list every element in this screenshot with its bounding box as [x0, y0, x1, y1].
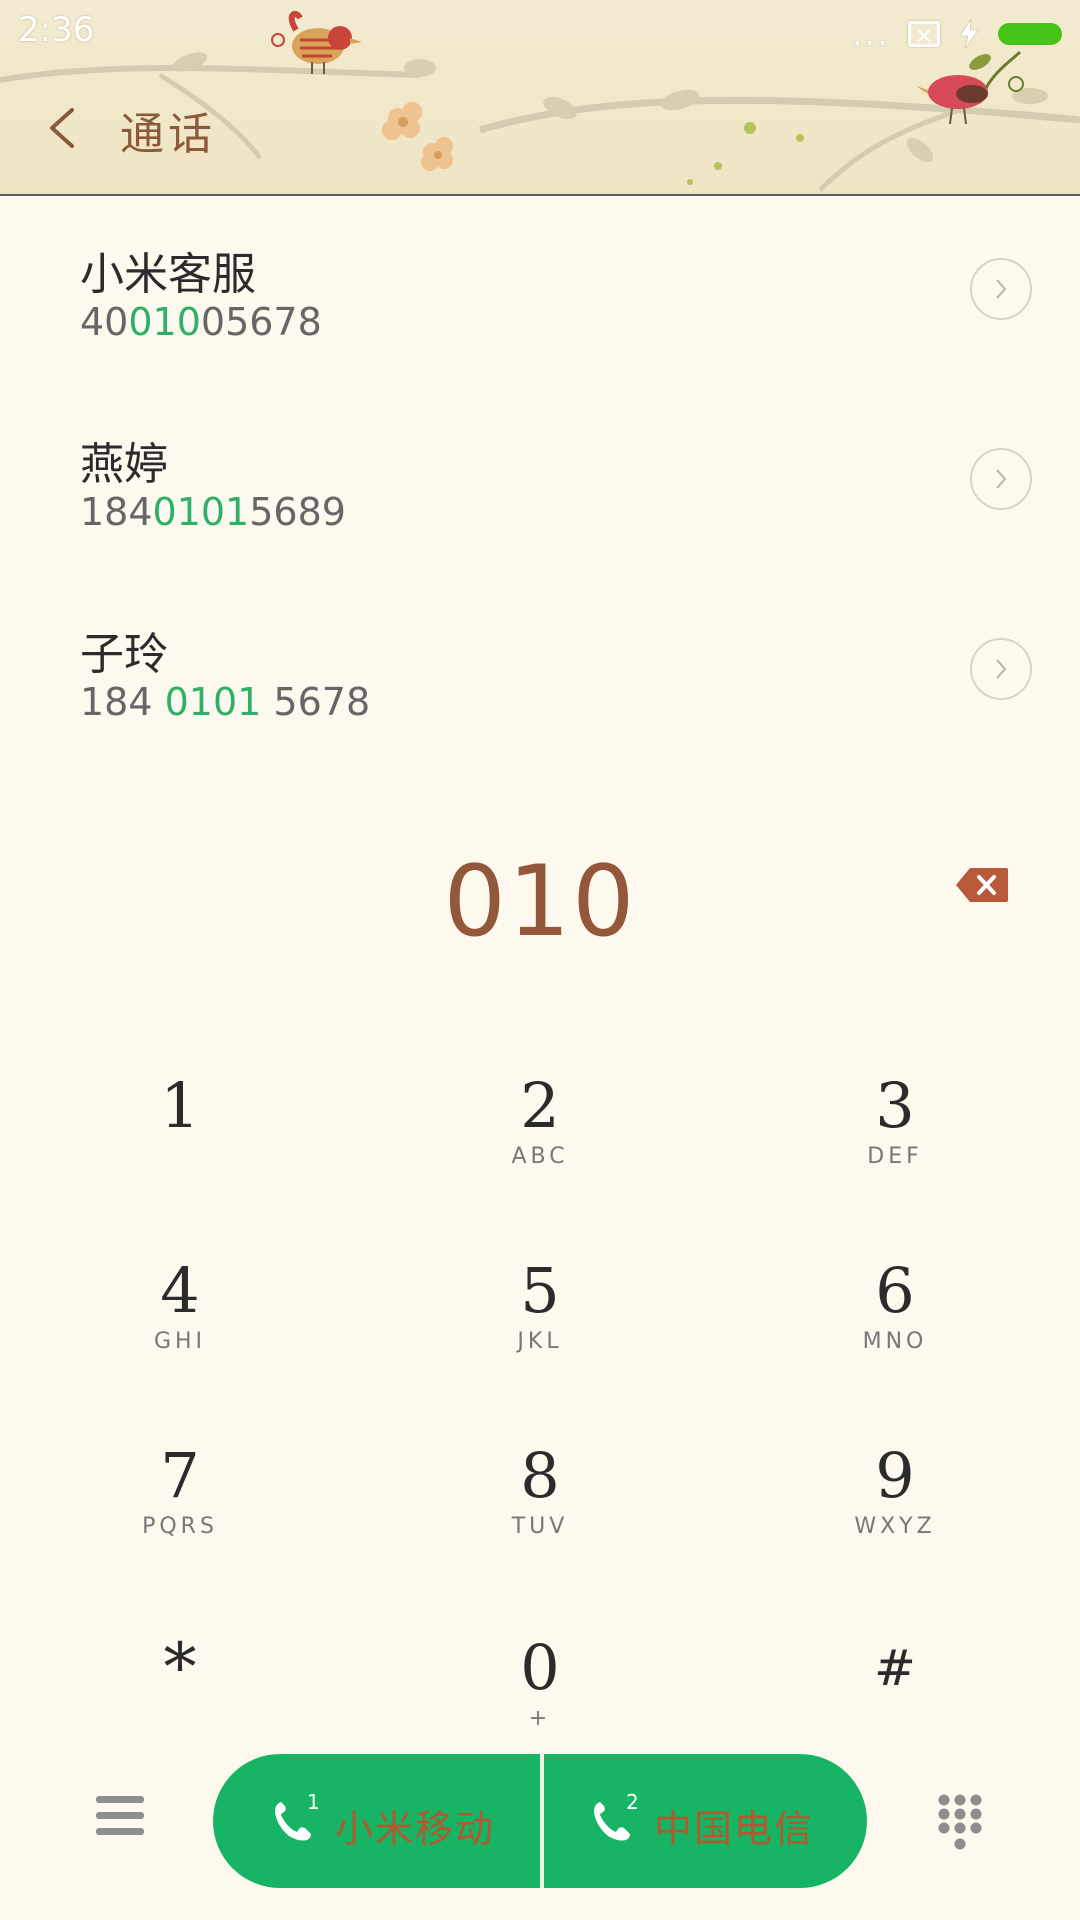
- contact-name: 燕婷: [80, 439, 168, 490]
- dialed-number-display: 010: [443, 845, 637, 959]
- number-part: 5689: [249, 490, 346, 534]
- header-banner: 2:36 ... ✕ 通话: [0, 0, 1080, 196]
- key-letters: DEF: [867, 1144, 923, 1169]
- call-sim1-button[interactable]: 1 小米移动: [213, 1754, 540, 1888]
- sim-number: 2: [626, 1790, 639, 1814]
- key-digit: *: [163, 1629, 197, 1706]
- chevron-right-icon: [996, 279, 1007, 299]
- key-2[interactable]: 2 ABC: [410, 1070, 670, 1220]
- contact-number: 4001005678: [80, 300, 322, 344]
- status-time: 2:36: [18, 10, 95, 50]
- key-1[interactable]: 1: [50, 1070, 310, 1220]
- number-match-highlight: 0101: [164, 680, 262, 724]
- carrier-label: 小米移动: [335, 1807, 496, 1851]
- contact-detail-button[interactable]: [970, 638, 1032, 700]
- chevron-right-icon: [996, 659, 1007, 679]
- key-3[interactable]: 3 DEF: [765, 1070, 1025, 1220]
- number-part: 40: [80, 300, 129, 344]
- key-digit: 1: [160, 1069, 200, 1142]
- key-digit: 8: [520, 1439, 560, 1512]
- key-letters: WXYZ: [854, 1514, 936, 1539]
- menu-icon[interactable]: [96, 1796, 144, 1836]
- key-digit: 2: [520, 1069, 560, 1142]
- call-sim2-button[interactable]: 2 中国电信: [540, 1754, 867, 1888]
- key-digit: #: [874, 1639, 916, 1697]
- key-letters: +: [528, 1706, 552, 1731]
- status-icons: ... ✕: [852, 16, 1062, 52]
- dialer-screen: 2:36 ... ✕ 通话 小米客服 4001005678 燕婷 1840101…: [0, 0, 1080, 1920]
- backspace-icon[interactable]: [954, 866, 1010, 904]
- key-letters: TUV: [511, 1514, 569, 1539]
- key-9[interactable]: 9 WXYZ: [765, 1440, 1025, 1590]
- number-part: 05678: [200, 300, 322, 344]
- number-part: 5678: [261, 680, 371, 724]
- contact-row[interactable]: 燕婷 18401015689: [0, 390, 1080, 580]
- key-digit: 7: [160, 1439, 200, 1512]
- page-title: 通话: [120, 109, 216, 160]
- menu-line: [96, 1828, 144, 1835]
- key-8[interactable]: 8 TUV: [410, 1440, 670, 1590]
- back-chevron-icon[interactable]: [44, 104, 80, 152]
- key-digit: 3: [875, 1069, 915, 1142]
- number-match-highlight: 010: [128, 300, 201, 344]
- key-digit: 0: [520, 1631, 560, 1704]
- battery-icon: [998, 23, 1062, 45]
- contact-name: 子玲: [80, 629, 168, 680]
- number-match-highlight: 0101: [152, 490, 250, 534]
- dialpad-icon[interactable]: [936, 1794, 984, 1852]
- number-part: 184: [80, 490, 153, 534]
- charging-icon: [959, 19, 979, 49]
- key-letters: MNO: [862, 1329, 928, 1354]
- key-letters: JKL: [517, 1329, 563, 1354]
- key-6[interactable]: 6 MNO: [765, 1255, 1025, 1405]
- contact-number: 18401015689: [80, 490, 346, 534]
- carrier-label: 中国电信: [654, 1807, 815, 1851]
- contact-row[interactable]: 子玲 184 0101 5678: [0, 580, 1080, 770]
- contact-detail-button[interactable]: [970, 448, 1032, 510]
- key-letters: PQRS: [142, 1514, 218, 1539]
- sim-number: 1: [307, 1790, 320, 1814]
- key-7[interactable]: 7 PQRS: [50, 1440, 310, 1590]
- key-digit: 5: [520, 1254, 560, 1327]
- dual-sim-call-bar: 1 小米移动 2 中国电信: [213, 1754, 867, 1888]
- key-digit: 9: [875, 1439, 915, 1512]
- key-digit: 4: [160, 1254, 200, 1327]
- menu-line: [96, 1796, 144, 1803]
- menu-line: [96, 1812, 144, 1819]
- number-part: 184: [80, 680, 165, 724]
- chevron-right-icon: [996, 469, 1007, 489]
- key-4[interactable]: 4 GHI: [50, 1255, 310, 1405]
- contact-number: 184 0101 5678: [80, 680, 370, 724]
- key-letters: ABC: [511, 1144, 569, 1169]
- key-letters: GHI: [153, 1329, 207, 1354]
- contact-row[interactable]: 小米客服 4001005678: [0, 200, 1080, 390]
- key-5[interactable]: 5 JKL: [410, 1255, 670, 1405]
- no-sim-icon: ✕: [908, 21, 940, 48]
- key-digit: 6: [875, 1254, 915, 1327]
- contact-detail-button[interactable]: [970, 258, 1032, 320]
- contact-name: 小米客服: [80, 249, 256, 300]
- more-notifications-icon: ...: [851, 14, 890, 54]
